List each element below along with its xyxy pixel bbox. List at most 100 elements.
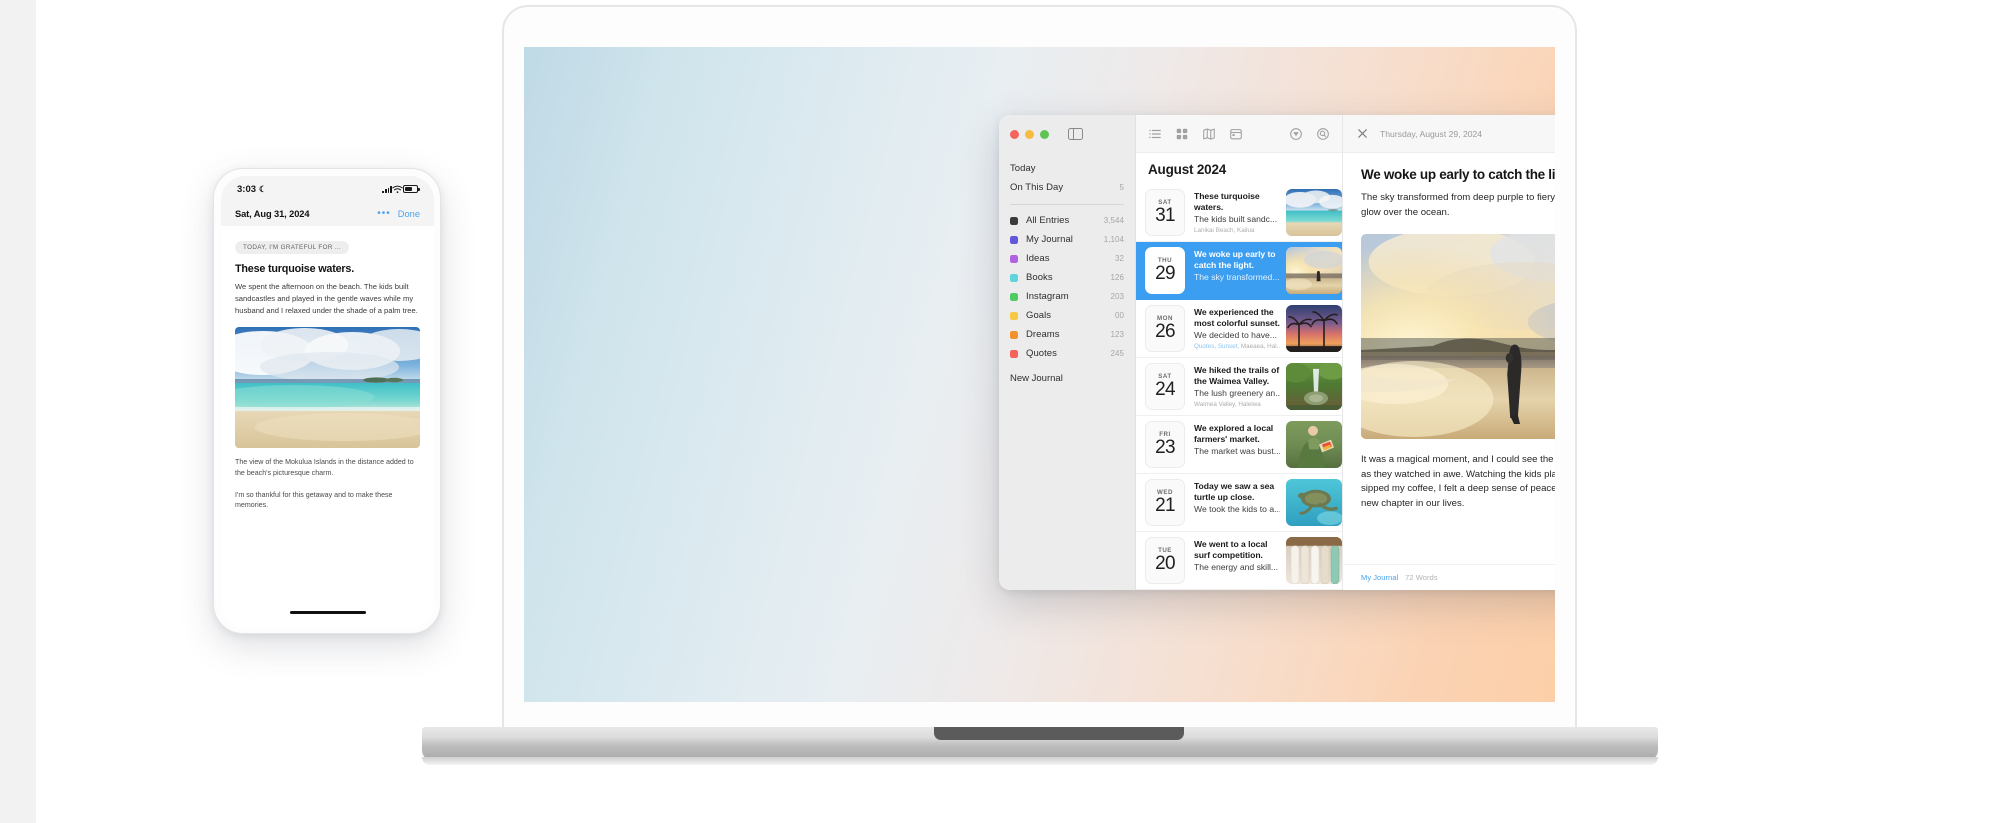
wifi-icon xyxy=(392,185,403,194)
entry-preview: We decided to have... xyxy=(1194,329,1277,340)
entry-date-label: Thursday, August 29, 2024 xyxy=(1380,128,1483,139)
phone-entry-paragraph-1: We spent the afternoon on the beach. The… xyxy=(235,282,418,315)
close-window-button[interactable] xyxy=(1010,129,1019,139)
entry-title: These turquoise waters. xyxy=(1194,191,1260,213)
entry-list: SAT 31 These turquoise waters. The kids … xyxy=(1136,184,1342,590)
entry-location: , Maeaea, Hal... xyxy=(1237,343,1280,351)
sidebar-divider xyxy=(1010,204,1124,205)
entry-thumbnail xyxy=(1286,247,1342,294)
laptop-screen: Today On This Day 5 All Entries 3,544 My… xyxy=(524,47,1555,702)
moon-icon: ☾ xyxy=(259,183,267,194)
entry-content: We woke up early to catch the light. The… xyxy=(1343,153,1555,564)
entry-day: 31 xyxy=(1155,205,1175,227)
sidebar-item-quotes[interactable]: Quotes 245 xyxy=(999,344,1135,363)
sidebar-journal-list: All Entries 3,544 My Journal 1,104 Ideas… xyxy=(999,211,1135,363)
sidebar-item-goals[interactable]: Goals 00 xyxy=(999,306,1135,325)
entry-preview: The energy and skill... xyxy=(1194,561,1279,572)
more-icon[interactable]: ••• xyxy=(377,209,391,219)
sidebar-item-label: All Entries xyxy=(1026,215,1070,226)
sidebar-toggle-icon[interactable] xyxy=(1068,128,1083,140)
phone-entry-caption-2: I'm so thankful for this getaway and to … xyxy=(235,490,393,510)
entry-day: 26 xyxy=(1155,321,1175,343)
phone-home-indicator[interactable] xyxy=(289,610,366,614)
sidebar-item-count: 1,104 xyxy=(1103,235,1124,244)
detail-toolbar: Thursday, August 29, 2024 xyxy=(1343,115,1555,153)
phone-entry-heading: These turquoise waters. xyxy=(235,263,355,275)
phone-entry-caption-1: The view of the Mokulua Islands in the d… xyxy=(235,458,414,477)
list-item[interactable]: SAT 24 We hiked the trails of the Waimea… xyxy=(1136,358,1342,416)
detail-footer: My Journal 72 Words xyxy=(1343,564,1555,590)
sidebar-item-books[interactable]: Books 126 xyxy=(999,268,1135,287)
sidebar-item-on-this-day[interactable]: On This Day 5 xyxy=(999,178,1135,197)
entry-date-card: WED 21 xyxy=(1145,479,1185,526)
sidebar-item-count: 00 xyxy=(1115,311,1124,320)
filter-icon[interactable] xyxy=(1289,127,1303,141)
laptop-trackpad-notch xyxy=(934,727,1184,740)
sidebar-item-count: 126 xyxy=(1110,273,1124,282)
journal-color-swatch xyxy=(1010,216,1018,225)
phone-status-bar: 3:03 ☾ xyxy=(221,176,434,202)
entry-thumbnail xyxy=(1286,537,1342,584)
entry-heading: We woke up early to catch the light. xyxy=(1361,167,1555,182)
sidebar-quick-links: Today On This Day 5 xyxy=(999,153,1135,197)
close-icon[interactable] xyxy=(1356,127,1369,140)
entry-paragraph-1: The sky transformed from deep purple to … xyxy=(1361,192,1555,218)
laptop-foot xyxy=(422,757,1658,765)
done-button[interactable]: Done xyxy=(398,209,420,219)
list-item[interactable]: WED 21 Today we saw a sea turtle up clos… xyxy=(1136,474,1342,532)
entry-text: We explored a local farmers' market. The… xyxy=(1194,421,1286,468)
minimize-window-button[interactable] xyxy=(1025,129,1034,139)
journal-color-swatch xyxy=(1010,349,1018,358)
journal-color-swatch xyxy=(1010,330,1018,339)
entry-thumbnail xyxy=(1286,305,1342,352)
entry-text: We hiked the trails of the Waimea Valley… xyxy=(1194,363,1286,410)
sidebar-item-ideas[interactable]: Ideas 32 xyxy=(999,249,1135,268)
left-gutter xyxy=(0,0,36,823)
sidebar-item-label: Dreams xyxy=(1026,329,1060,340)
month-heading: August 2024 xyxy=(1148,162,1227,177)
entry-title: Today we saw a sea turtle up close. xyxy=(1194,481,1275,503)
new-journal-button[interactable]: New Journal xyxy=(999,369,1135,388)
sidebar-item-count: 32 xyxy=(1115,254,1124,263)
sidebar-item-dreams[interactable]: Dreams 123 xyxy=(999,325,1135,344)
map-view-icon[interactable] xyxy=(1202,127,1216,141)
phone-device: 3:03 ☾ Sat, Aug 31, 2024 ••• Done TODAY,… xyxy=(213,168,441,634)
sidebar-item-today[interactable]: Today xyxy=(999,159,1135,178)
sidebar-item-label: Books xyxy=(1026,272,1053,283)
sidebar-item-label: Today xyxy=(1010,163,1036,174)
journal-color-swatch xyxy=(1010,292,1018,301)
calendar-view-icon[interactable] xyxy=(1229,127,1243,141)
entry-text: We went to a local surf competition. The… xyxy=(1194,537,1286,584)
search-icon[interactable] xyxy=(1316,127,1330,141)
entry-preview: The kids built sandc... xyxy=(1194,213,1278,224)
entry-day: 20 xyxy=(1155,553,1175,575)
sidebar-item-count: 5 xyxy=(1119,183,1124,192)
zoom-window-button[interactable] xyxy=(1040,129,1049,139)
phone-entry-content: TODAY, I'M GRATEFUL FOR ... These turquo… xyxy=(221,226,434,511)
sidebar-item-count: 3,544 xyxy=(1103,216,1124,225)
list-item[interactable]: SAT 31 These turquoise waters. The kids … xyxy=(1136,184,1342,242)
list-item[interactable]: THU 29 We woke up early to catch the lig… xyxy=(1136,242,1342,300)
list-item[interactable]: MON 26 We experienced the most colorful … xyxy=(1136,300,1342,358)
list-view-icon[interactable] xyxy=(1148,127,1162,141)
entry-text: We experienced the most colorful sunset.… xyxy=(1194,305,1286,352)
battery-icon xyxy=(403,185,420,193)
entry-preview: The market was bust... xyxy=(1194,445,1280,456)
window-traffic-lights xyxy=(1010,129,1049,139)
status-time: 3:03 ☾ xyxy=(237,184,267,195)
sidebar-item-count: 123 xyxy=(1110,330,1124,339)
window-titlebar xyxy=(999,115,1135,153)
journal-app-window: Today On This Day 5 All Entries 3,544 My… xyxy=(999,115,1555,590)
journal-name[interactable]: My Journal xyxy=(1361,573,1398,582)
list-item[interactable]: TUE 20 We went to a local surf competiti… xyxy=(1136,532,1342,590)
entry-title: We went to a local surf competition. xyxy=(1194,539,1268,561)
phone-entry-photo xyxy=(235,327,420,449)
sidebar-item-instagram[interactable]: Instagram 203 xyxy=(999,287,1135,306)
grid-view-icon[interactable] xyxy=(1175,127,1189,141)
entry-thumbnail xyxy=(1286,479,1342,526)
sidebar-item-all-entries[interactable]: All Entries 3,544 xyxy=(999,211,1135,230)
sidebar-item-label: Ideas xyxy=(1026,253,1050,264)
list-item[interactable]: FRI 23 We explored a local farmers' mark… xyxy=(1136,416,1342,474)
gratitude-prompt-chip[interactable]: TODAY, I'M GRATEFUL FOR ... xyxy=(235,241,350,254)
sidebar-item-my-journal[interactable]: My Journal 1,104 xyxy=(999,230,1135,249)
